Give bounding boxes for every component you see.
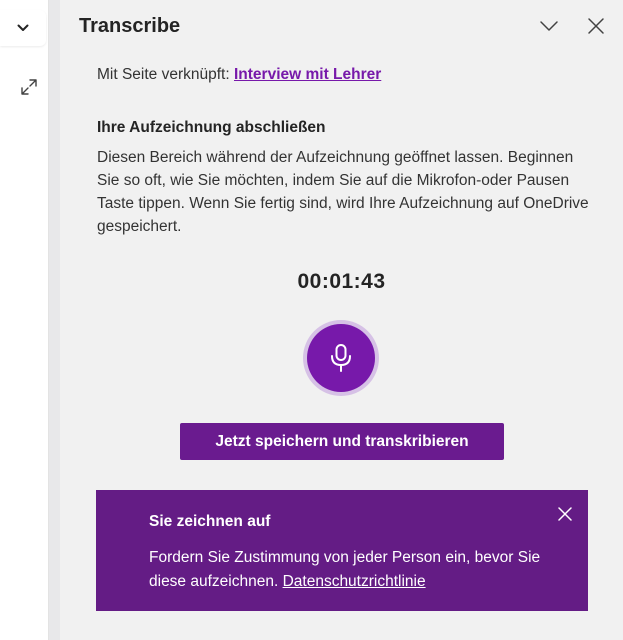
linked-page-label: Mit Seite verknüpft:	[97, 66, 230, 83]
page-dropdown-button[interactable]	[0, 10, 46, 46]
recording-notice-banner: Sie zeichnen auf Fordern Sie Zustimmung …	[96, 490, 588, 611]
chevron-down-icon	[540, 21, 558, 31]
expand-button[interactable]	[18, 76, 40, 98]
close-icon	[558, 507, 572, 521]
page-area-strip	[0, 0, 49, 640]
microphone-icon	[331, 344, 351, 372]
microphone-button[interactable]	[307, 324, 375, 392]
linked-page-link[interactable]: Interview mit Lehrer	[234, 66, 381, 83]
transcribe-pane: Transcribe Mit Seite verknüpft: Intervie…	[60, 0, 623, 640]
expand-diagonal-icon	[21, 79, 37, 95]
banner-title: Sie zeichnen auf	[149, 513, 271, 530]
collapse-pane-button[interactable]	[537, 14, 561, 38]
pane-divider	[49, 0, 60, 640]
mic-button-ring	[303, 320, 379, 396]
banner-close-button[interactable]	[555, 504, 575, 524]
app-window: Transcribe Mit Seite verknüpft: Intervie…	[0, 0, 623, 640]
pane-title: Transcribe	[79, 15, 181, 37]
close-icon	[588, 18, 604, 34]
linked-page-row: Mit Seite verknüpft: Interview mit Lehre…	[97, 66, 381, 84]
close-pane-button[interactable]	[584, 14, 608, 38]
chevron-down-icon	[17, 24, 29, 31]
privacy-policy-link[interactable]: Datenschutzrichtlinie	[283, 573, 426, 590]
recording-timer: 00:01:43	[297, 270, 386, 293]
recording-heading: Ihre Aufzeichnung abschließen	[97, 119, 326, 136]
save-and-transcribe-button[interactable]: Jetzt speichern und transkribieren	[180, 423, 504, 460]
recording-description: Diesen Bereich während der Aufzeichnung …	[97, 149, 589, 235]
banner-text: Fordern Sie Zustimmung von jeder Person …	[149, 546, 569, 594]
